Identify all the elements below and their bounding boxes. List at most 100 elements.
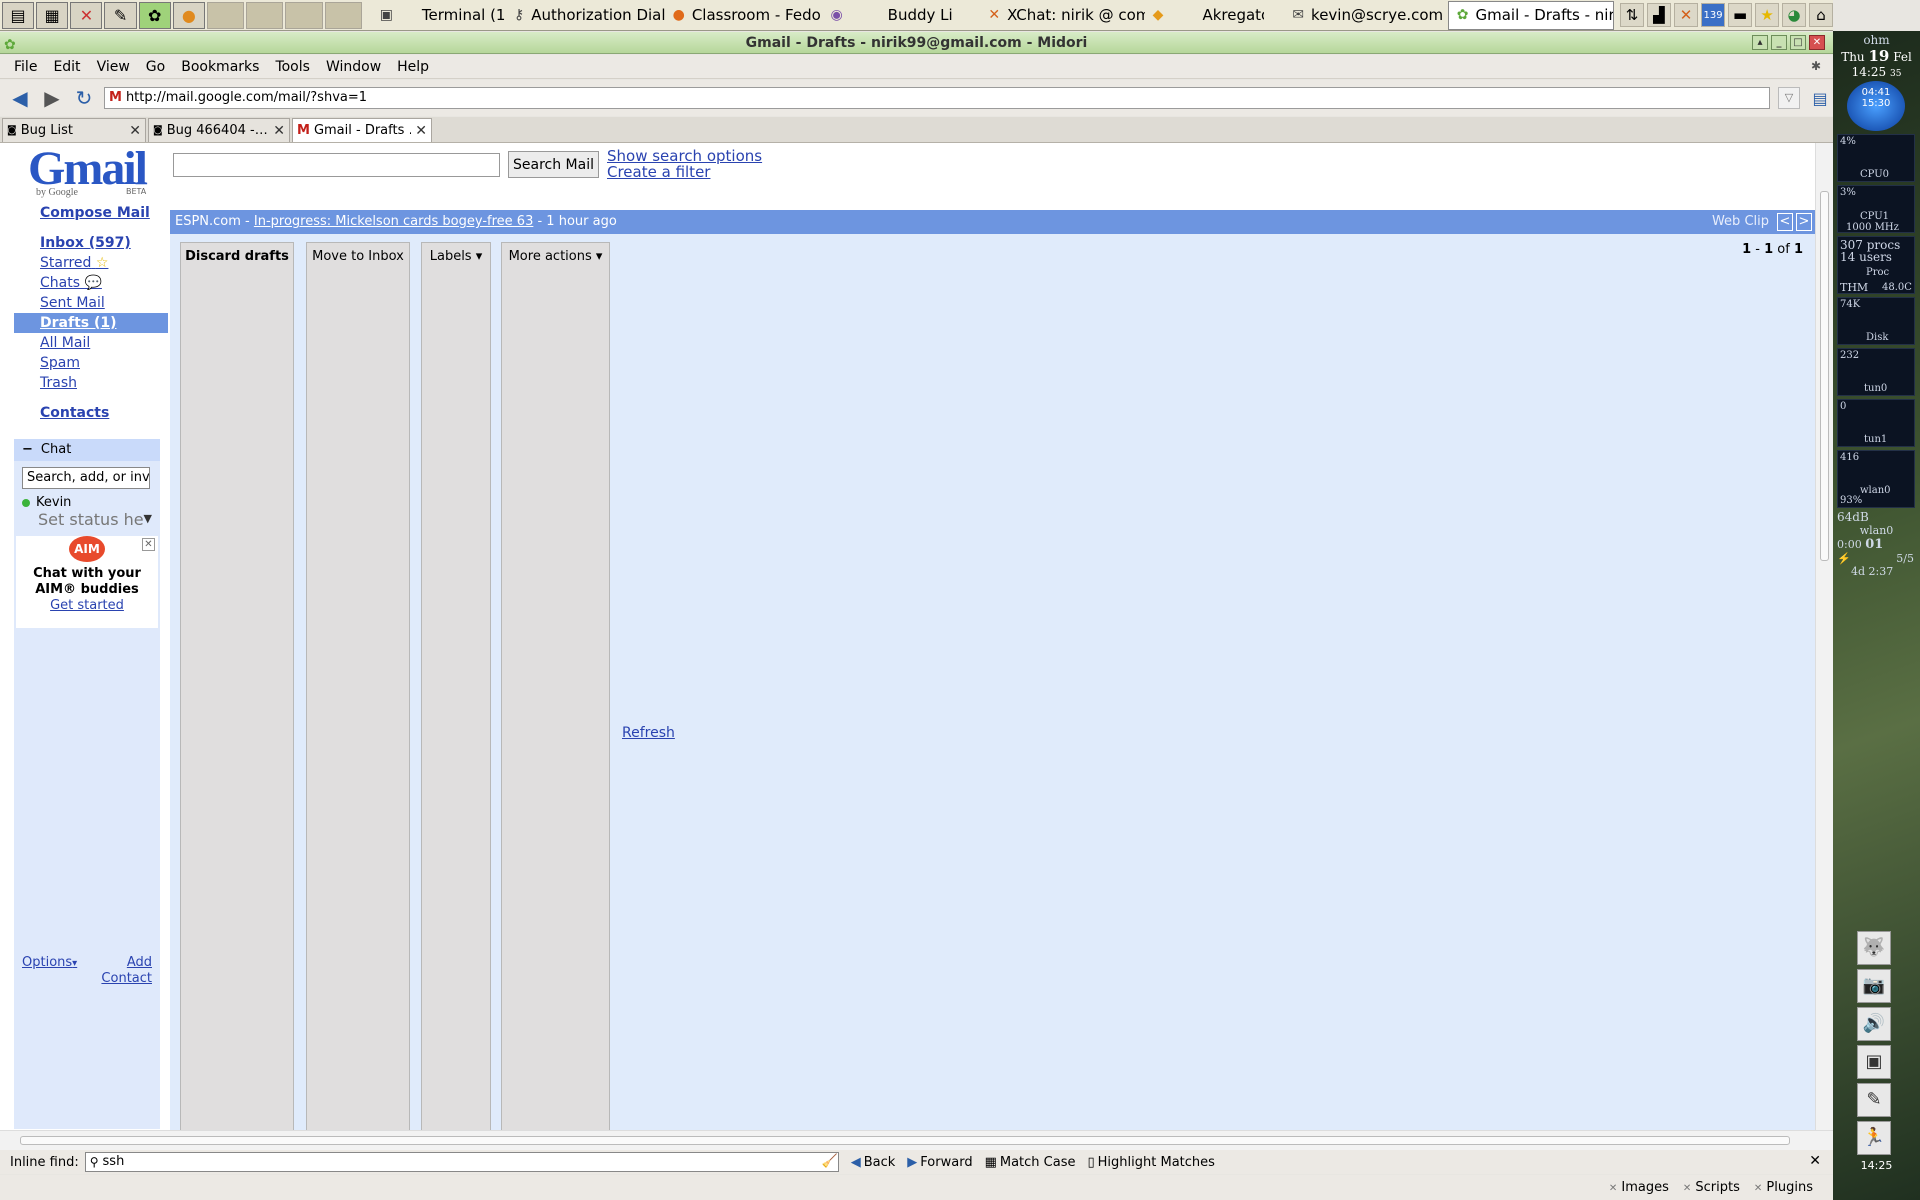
- panel-toggle-icon[interactable]: ▤: [1808, 86, 1832, 110]
- tab-bug-list[interactable]: ◙ Bug List ✕: [2, 118, 146, 142]
- notify-launcher-icon[interactable]: ●: [172, 1, 205, 29]
- star-icon[interactable]: ★: [1755, 3, 1780, 27]
- status-dropdown-icon[interactable]: ▼: [144, 512, 152, 525]
- move-to-inbox-button[interactable]: Move to Inbox: [306, 242, 410, 1130]
- scripts-toggle[interactable]: ✕ Scripts: [1683, 1180, 1740, 1195]
- workspace-switcher-icon[interactable]: ▦: [36, 1, 69, 29]
- trash-link[interactable]: Trash: [14, 373, 168, 393]
- close-launcher-icon[interactable]: ✕: [70, 1, 103, 29]
- vertical-scrollbar[interactable]: [1815, 143, 1833, 1130]
- sent-mail-link[interactable]: Sent Mail: [14, 293, 168, 313]
- create-filter-link[interactable]: Create a filter: [607, 163, 710, 181]
- midori-launcher-icon[interactable]: ✿: [138, 1, 171, 29]
- inbox-link[interactable]: Inbox (597): [14, 233, 168, 253]
- menu-bookmarks[interactable]: Bookmarks: [173, 59, 267, 75]
- clear-find-icon[interactable]: 🧹: [822, 1153, 838, 1171]
- chat-header[interactable]: − Chat: [14, 439, 160, 461]
- feed-count-icon[interactable]: 139: [1701, 3, 1726, 27]
- briefcase-icon[interactable]: ▬: [1728, 3, 1753, 27]
- task-gmail[interactable]: ✿ Gmail - Drafts - niri…: [1447, 0, 1615, 30]
- menu-go[interactable]: Go: [138, 59, 173, 75]
- add-contact-link[interactable]: Add Contact: [101, 955, 152, 987]
- network-icon[interactable]: ⇅: [1620, 3, 1645, 27]
- menu-help[interactable]: Help: [389, 59, 437, 75]
- task-classroom[interactable]: ● Classroom - Fedor…: [665, 1, 823, 30]
- refresh-link[interactable]: Refresh: [622, 725, 675, 741]
- menu-window[interactable]: Window: [318, 59, 389, 75]
- chat-search-input[interactable]: Search, add, or inv: [22, 467, 150, 489]
- menu-view[interactable]: View: [89, 59, 138, 75]
- chat-self-row[interactable]: Kevin: [14, 495, 160, 510]
- webclip-prev-button[interactable]: <: [1777, 213, 1793, 231]
- collapse-icon[interactable]: −: [22, 442, 33, 457]
- highlight-matches-toggle[interactable]: ▯ Highlight Matches: [1088, 1155, 1215, 1170]
- menu-tools[interactable]: Tools: [267, 59, 318, 75]
- drafts-link[interactable]: Drafts (1): [14, 313, 168, 333]
- signal-bars-icon[interactable]: ▟: [1647, 3, 1672, 27]
- menu-edit[interactable]: Edit: [45, 59, 88, 75]
- tab-gmail-drafts[interactable]: M Gmail - Drafts … ✕: [292, 118, 432, 142]
- forward-arrow-icon[interactable]: ▶: [40, 86, 64, 110]
- runner-icon[interactable]: 🏃: [1857, 1121, 1891, 1155]
- reload-icon[interactable]: ↻: [72, 86, 96, 110]
- xchat-tray-icon[interactable]: ✕: [1674, 3, 1699, 27]
- match-case-toggle[interactable]: ▦ Match Case: [985, 1155, 1076, 1170]
- more-actions-dropdown[interactable]: More actions ▾: [501, 242, 610, 1130]
- chats-link[interactable]: Chats 💬: [14, 273, 168, 293]
- plugins-toggle[interactable]: ✕ Plugins: [1754, 1180, 1813, 1195]
- camera-icon[interactable]: 📷: [1857, 969, 1891, 1003]
- maximize-icon[interactable]: □: [1790, 35, 1806, 50]
- close-tab-icon[interactable]: ✕: [129, 123, 141, 139]
- url-dropdown-icon[interactable]: ▽: [1778, 87, 1800, 109]
- chat-options-link[interactable]: Options▾: [22, 955, 77, 970]
- chat-tray-icon[interactable]: ◕: [1782, 3, 1807, 27]
- horizontal-scrollbar-track[interactable]: [0, 1130, 1833, 1150]
- discard-drafts-button[interactable]: Discard drafts: [180, 242, 294, 1130]
- set-status-field[interactable]: Set status he ▼: [14, 510, 160, 532]
- url-input[interactable]: M http://mail.google.com/mail/?shva=1: [104, 87, 1770, 109]
- notepad-icon[interactable]: ✎: [1857, 1083, 1891, 1117]
- terminal-dock-icon[interactable]: ▣: [1857, 1045, 1891, 1079]
- gmail-logo[interactable]: Gmail by Google BETA: [28, 145, 158, 201]
- back-arrow-icon[interactable]: ◀: [8, 86, 32, 110]
- horizontal-scroll-thumb[interactable]: [20, 1136, 1790, 1145]
- tab-bug-466404[interactable]: ◙ Bug 466404 -… ✕: [148, 118, 290, 142]
- task-akregator[interactable]: ◆ Akregator: [1145, 1, 1265, 30]
- aim-get-started-link[interactable]: Get started: [16, 598, 158, 613]
- starred-link[interactable]: Starred ☆: [14, 253, 168, 273]
- images-toggle[interactable]: ✕ Images: [1609, 1180, 1669, 1195]
- wolf-app-icon[interactable]: 🐺: [1857, 931, 1891, 965]
- webclip-next-button[interactable]: >: [1796, 213, 1812, 231]
- search-mail-button[interactable]: Search Mail: [508, 151, 599, 178]
- editor-launcher-icon[interactable]: ✎: [104, 1, 137, 29]
- menu-file[interactable]: File: [6, 59, 45, 75]
- task-authorization-dialog[interactable]: ⚷ Authorization Dialog: [506, 1, 665, 30]
- shade-icon[interactable]: ▴: [1752, 35, 1768, 50]
- speaker-icon[interactable]: 🔊: [1857, 1007, 1891, 1041]
- task-buddy-list[interactable]: ◉ Buddy List: [822, 1, 952, 30]
- webclip-headline-link[interactable]: In-progress: Mickelson cards bogey-free …: [254, 214, 533, 229]
- spam-link[interactable]: Spam: [14, 353, 168, 373]
- find-input[interactable]: ⚲ ssh 🧹: [84, 1152, 839, 1172]
- vertical-scroll-thumb[interactable]: [1820, 191, 1829, 561]
- contacts-link[interactable]: Contacts: [14, 403, 168, 423]
- find-forward-button[interactable]: ▶ Forward: [907, 1155, 972, 1170]
- close-find-icon[interactable]: ✕: [1809, 1153, 1821, 1169]
- minimize-icon[interactable]: _: [1771, 35, 1787, 50]
- task-mail[interactable]: ✉ kevin@scrye.com -…: [1284, 1, 1447, 30]
- close-promo-icon[interactable]: ✕: [142, 538, 155, 551]
- close-tab-icon[interactable]: ✕: [415, 123, 427, 139]
- find-back-button[interactable]: ◀ Back: [851, 1155, 896, 1170]
- wlan0-monitor: 416 wlan0 93%: [1837, 450, 1915, 508]
- compose-mail-link[interactable]: Compose Mail: [14, 203, 168, 223]
- search-input[interactable]: [173, 153, 500, 177]
- window-titlebar[interactable]: ✿ Gmail - Drafts - nirik99@gmail.com - M…: [0, 32, 1833, 54]
- task-terminal[interactable]: ▣ Terminal (13): [372, 1, 506, 30]
- labels-dropdown[interactable]: Labels ▾: [421, 242, 491, 1130]
- task-xchat[interactable]: ✕ XChat: nirik @ com…: [980, 1, 1144, 30]
- close-window-icon[interactable]: ✕: [1809, 35, 1825, 50]
- menu-launcher-icon[interactable]: ▤: [2, 1, 35, 29]
- close-tab-icon[interactable]: ✕: [273, 123, 285, 139]
- home-icon[interactable]: ⌂: [1809, 3, 1833, 27]
- all-mail-link[interactable]: All Mail: [14, 333, 168, 353]
